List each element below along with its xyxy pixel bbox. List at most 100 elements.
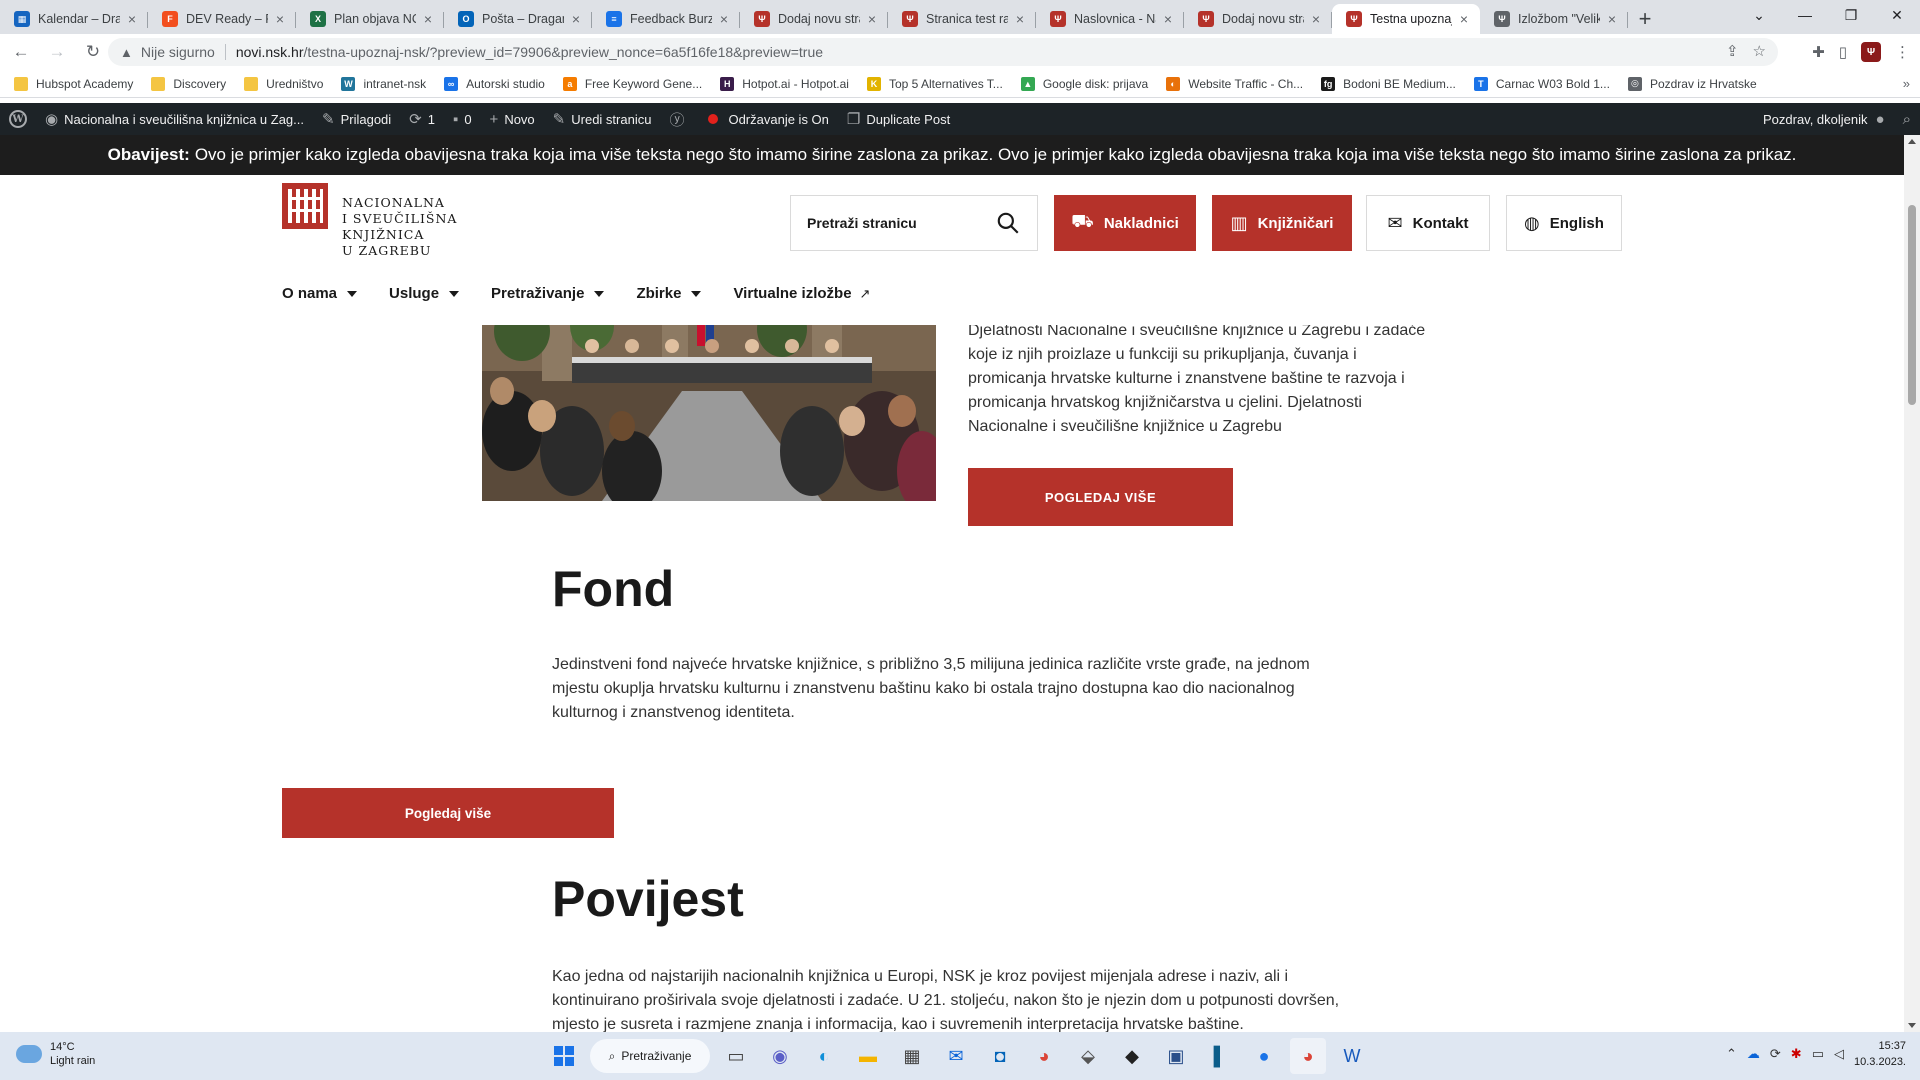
comments-link[interactable]: ▪ 0: [444, 103, 481, 135]
admin-search[interactable]: ⌕: [1894, 103, 1920, 135]
chrome-icon[interactable]: ◕: [1026, 1038, 1062, 1074]
tab-close-icon[interactable]: ×: [568, 11, 584, 27]
fond-view-more-button[interactable]: Pogledaj više: [282, 788, 614, 838]
scroll-up-icon[interactable]: [1908, 139, 1916, 144]
bookmark-item[interactable]: H Hotpot.ai - Hotpot.ai: [720, 76, 849, 91]
more-bookmarks-icon[interactable]: »: [1903, 76, 1910, 91]
security-icon[interactable]: ✱: [1791, 1046, 1802, 1062]
site-name-menu[interactable]: ◉ Nacionalna i sveučilišna knjižnica u Za…: [36, 103, 313, 135]
tab-close-icon[interactable]: ×: [420, 11, 436, 27]
address-bar[interactable]: ▲ Nije sigurno novi.nsk.hr/testna-upozna…: [108, 38, 1778, 66]
onedrive-icon[interactable]: ☁: [1747, 1046, 1760, 1062]
publishers-button[interactable]: ⛟ Nakladnici: [1054, 195, 1196, 251]
contact-button[interactable]: ✉ Kontakt: [1366, 195, 1490, 251]
tab-close-icon[interactable]: ×: [1012, 11, 1028, 27]
inkscape-icon[interactable]: ◆: [1114, 1038, 1150, 1074]
task-view-icon[interactable]: ▭: [718, 1038, 754, 1074]
browser-tab[interactable]: O Pošta – Dragan ×: [444, 4, 592, 34]
bookmark-item[interactable]: K Top 5 Alternatives T...: [866, 76, 1003, 91]
start-button[interactable]: [546, 1038, 582, 1074]
reader-icon[interactable]: ▌: [1202, 1038, 1238, 1074]
duplicate-post-link[interactable]: ❐ Duplicate Post: [838, 103, 959, 135]
minimize-icon[interactable]: —: [1782, 0, 1828, 30]
tab-search-icon[interactable]: ⌄: [1736, 0, 1782, 30]
bookmark-item[interactable]: Discovery: [151, 76, 226, 91]
bookmark-item[interactable]: T Carnac W03 Bold 1...: [1473, 76, 1610, 91]
scroll-thumb[interactable]: [1908, 205, 1916, 405]
nav-item[interactable]: Pretraživanje: [491, 285, 605, 302]
forward-icon[interactable]: →: [42, 37, 72, 67]
share-icon[interactable]: ⇪: [1726, 42, 1739, 60]
tab-close-icon[interactable]: ×: [1308, 11, 1324, 27]
browser-tab[interactable]: Ψ Testna upoznaj ×: [1332, 4, 1480, 34]
reload-icon[interactable]: ↻: [78, 37, 108, 67]
teams-icon[interactable]: ◉: [762, 1038, 798, 1074]
tab-close-icon[interactable]: ×: [272, 11, 288, 27]
chrome-active-icon[interactable]: ◕: [1290, 1038, 1326, 1074]
browser-tab[interactable]: ▦ Kalendar – Drag ×: [0, 4, 148, 34]
bookmark-star-icon[interactable]: ☆: [1753, 42, 1766, 60]
word-icon[interactable]: W: [1334, 1038, 1370, 1074]
bookmark-item[interactable]: Hubspot Academy: [14, 76, 133, 91]
updates-link[interactable]: ⟳ 1: [400, 103, 444, 135]
app-icon[interactable]: ⬙: [1070, 1038, 1106, 1074]
volume-icon[interactable]: ◁: [1834, 1046, 1844, 1062]
file-explorer-icon[interactable]: ▬: [850, 1038, 886, 1074]
yoast-menu[interactable]: ⓨ: [660, 103, 699, 135]
browser-tab[interactable]: Ψ Naslovnica - Na ×: [1036, 4, 1184, 34]
tab-close-icon[interactable]: ×: [864, 11, 880, 27]
site-logo[interactable]: NACIONALNA I SVEUČILIŠNA KNJIŽNICA U ZAGREB…: [282, 183, 457, 259]
browser-tab[interactable]: Ψ Stranica test ra ×: [888, 4, 1036, 34]
profile-avatar[interactable]: Ψ: [1861, 42, 1881, 62]
scroll-down-icon[interactable]: [1908, 1023, 1916, 1028]
browser-tab[interactable]: Ψ Izložbom "Velik ×: [1480, 4, 1628, 34]
browser-tab[interactable]: ≡ Feedback Burza ×: [592, 4, 740, 34]
nav-item[interactable]: O nama: [282, 285, 358, 302]
site-search-input[interactable]: Pretraži stranicu: [790, 195, 1038, 251]
browser-tab[interactable]: F DEV Ready – Fig ×: [148, 4, 296, 34]
browser-tab[interactable]: Ψ Dodaj novu stra ×: [1184, 4, 1332, 34]
new-tab-button[interactable]: +: [1628, 4, 1662, 34]
restore-icon[interactable]: ❐: [1828, 0, 1874, 30]
bookmark-item[interactable]: ◐ Website Traffic - Ch...: [1166, 76, 1303, 91]
bookmark-item[interactable]: ∞ Autorski studio: [444, 76, 545, 91]
bookmark-item[interactable]: a Free Keyword Gene...: [562, 76, 702, 91]
weather-widget[interactable]: 14°C Light rain: [16, 1040, 95, 1068]
maintenance-link[interactable]: Održavanje is On: [699, 103, 837, 135]
nav-item[interactable]: Zbirke: [636, 285, 702, 302]
back-icon[interactable]: ←: [6, 37, 36, 67]
wp-logo-menu[interactable]: W: [0, 103, 36, 135]
tab-close-icon[interactable]: ×: [1456, 11, 1472, 27]
close-window-icon[interactable]: ✕: [1874, 0, 1920, 30]
search-icon[interactable]: [995, 210, 1021, 236]
english-button[interactable]: ◍ English: [1506, 195, 1622, 251]
tab-close-icon[interactable]: ×: [1604, 11, 1620, 27]
bookmark-item[interactable]: fg Bodoni BE Medium...: [1321, 76, 1456, 91]
outlook-icon[interactable]: ◘: [982, 1038, 1018, 1074]
globe-app-icon[interactable]: ●: [1246, 1038, 1282, 1074]
customize-link[interactable]: ✎ Prilagodi: [313, 103, 400, 135]
edit-page-link[interactable]: ✎ Uredi stranicu: [544, 103, 661, 135]
librarians-button[interactable]: ▥ Knjižničari: [1212, 195, 1352, 251]
display-icon[interactable]: ▭: [1812, 1046, 1824, 1062]
extensions-icon[interactable]: ✚: [1812, 43, 1825, 61]
tab-close-icon[interactable]: ×: [124, 11, 140, 27]
bookmark-item[interactable]: ◎ Pozdrav iz Hrvatske: [1627, 76, 1757, 91]
bookmark-item[interactable]: ▲ Google disk: prijava: [1020, 76, 1148, 91]
side-panel-icon[interactable]: ▯: [1839, 43, 1847, 61]
show-hidden-icon[interactable]: ⌃: [1726, 1046, 1737, 1062]
page-scrollbar[interactable]: [1904, 135, 1920, 1032]
account-menu[interactable]: Pozdrav, dkoljenik ●: [1754, 103, 1894, 135]
browser-tab[interactable]: X Plan objava NO ×: [296, 4, 444, 34]
nav-item[interactable]: Usluge: [389, 285, 460, 302]
edge-icon[interactable]: ◐: [806, 1038, 842, 1074]
store-icon[interactable]: ▦: [894, 1038, 930, 1074]
bookmark-item[interactable]: Uredništvo: [244, 76, 323, 91]
tool-icon[interactable]: ▣: [1158, 1038, 1194, 1074]
clock[interactable]: 15:37 10.3.2023.: [1854, 1038, 1906, 1070]
browser-tab[interactable]: Ψ Dodaj novu stra ×: [740, 4, 888, 34]
tab-close-icon[interactable]: ×: [716, 11, 732, 27]
view-more-button[interactable]: POGLEDAJ VIŠE: [968, 468, 1233, 526]
nav-item[interactable]: Virtualne izložbe ↗: [733, 285, 870, 302]
bookmark-item[interactable]: Wintranet-nsk: [341, 76, 426, 91]
